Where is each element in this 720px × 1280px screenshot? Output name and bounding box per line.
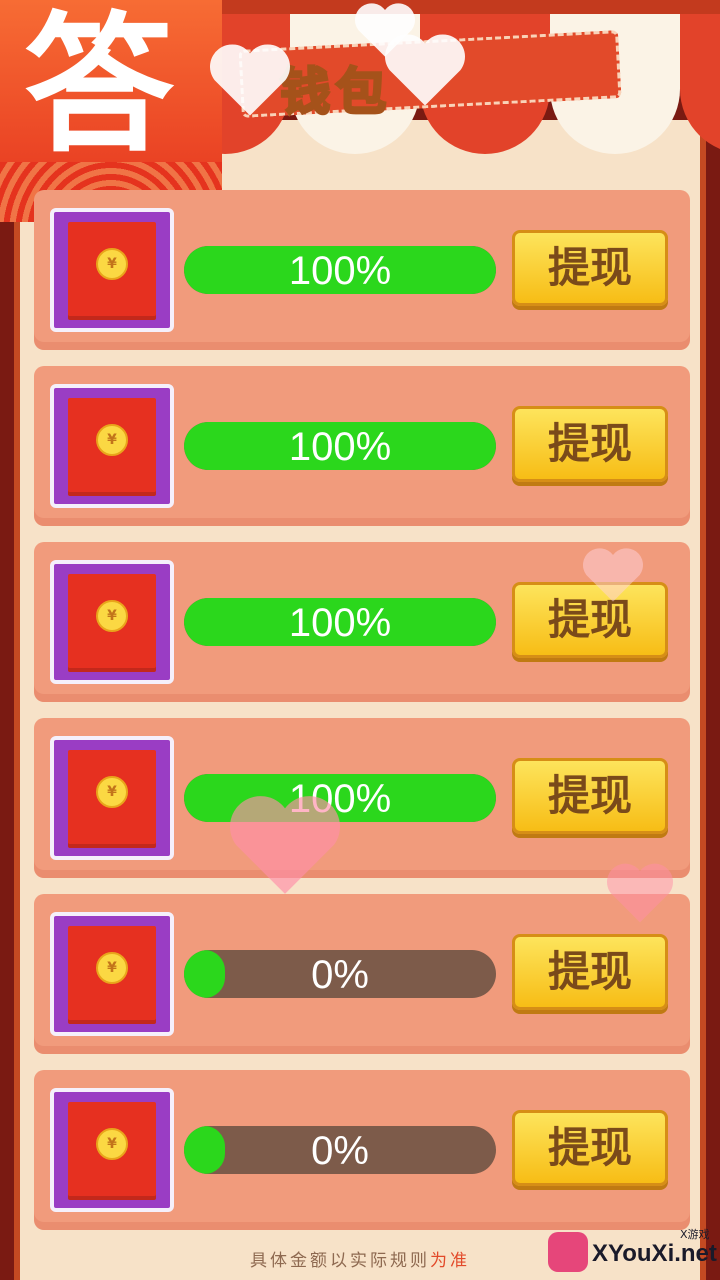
watermark-small-text: X游戏 bbox=[680, 1228, 710, 1241]
reward-row: ¥ 100% 提现 bbox=[34, 718, 690, 878]
red-envelope-card: ¥ bbox=[50, 384, 174, 508]
progress-bar: 100% bbox=[184, 422, 496, 470]
app-logo-char: 答 bbox=[24, 0, 175, 173]
footer-note-accent: 为准 bbox=[430, 1251, 470, 1271]
coin-icon: ¥ bbox=[96, 952, 128, 984]
progress-bar: 0% bbox=[184, 950, 496, 998]
reward-row: ¥ 100% 提现 bbox=[34, 366, 690, 526]
red-envelope-card: ¥ bbox=[50, 1088, 174, 1212]
progress-bar: 0% bbox=[184, 1126, 496, 1174]
red-envelope-icon: ¥ bbox=[68, 398, 156, 496]
coin-icon: ¥ bbox=[96, 248, 128, 280]
reward-row: ¥ 0% 提现 bbox=[34, 1070, 690, 1230]
coin-icon: ¥ bbox=[96, 776, 128, 808]
red-envelope-card: ¥ bbox=[50, 208, 174, 332]
progress-label: 100% bbox=[288, 601, 392, 645]
withdraw-button[interactable]: 提现 bbox=[512, 934, 668, 1010]
coin-icon: ¥ bbox=[96, 600, 128, 632]
withdraw-button[interactable]: 提现 bbox=[512, 758, 668, 834]
red-envelope-icon: ¥ bbox=[68, 574, 156, 672]
heart-icon bbox=[215, 790, 355, 900]
progress-bar: 100% bbox=[184, 246, 496, 294]
heart-icon bbox=[380, 30, 470, 110]
reward-row: ¥ 0% 提现 bbox=[34, 894, 690, 1054]
watermark-text: XYouXi.net bbox=[592, 1240, 717, 1267]
gamepad-icon bbox=[548, 1232, 588, 1272]
progress-label: 0% bbox=[311, 953, 369, 997]
app-logo: 答 bbox=[0, 0, 222, 222]
red-envelope-card: ¥ bbox=[50, 912, 174, 1036]
withdraw-button[interactable]: 提现 bbox=[512, 406, 668, 482]
red-envelope-card: ¥ bbox=[50, 560, 174, 684]
progress-bar: 100% bbox=[184, 598, 496, 646]
heart-icon bbox=[570, 545, 656, 605]
heart-icon bbox=[205, 40, 295, 120]
page-title: 钱包 bbox=[279, 62, 392, 123]
progress-label: 100% bbox=[288, 249, 392, 293]
coin-icon: ¥ bbox=[96, 424, 128, 456]
red-envelope-icon: ¥ bbox=[68, 222, 156, 320]
red-envelope-icon: ¥ bbox=[68, 926, 156, 1024]
red-envelope-icon: ¥ bbox=[68, 1102, 156, 1200]
red-envelope-card: ¥ bbox=[50, 736, 174, 860]
awning-stripe bbox=[680, 14, 720, 154]
progress-label: 0% bbox=[311, 1129, 369, 1173]
red-envelope-icon: ¥ bbox=[68, 750, 156, 848]
reward-row: ¥ 100% 提现 bbox=[34, 190, 690, 350]
footer-note-text: 具体金额以实际规则 bbox=[250, 1251, 430, 1271]
site-watermark: XYouXi.net X游戏 bbox=[548, 1228, 720, 1280]
coin-icon: ¥ bbox=[96, 1128, 128, 1160]
heart-icon bbox=[600, 860, 680, 926]
progress-label: 100% bbox=[288, 425, 392, 469]
withdraw-button[interactable]: 提现 bbox=[512, 230, 668, 306]
withdraw-button[interactable]: 提现 bbox=[512, 1110, 668, 1186]
